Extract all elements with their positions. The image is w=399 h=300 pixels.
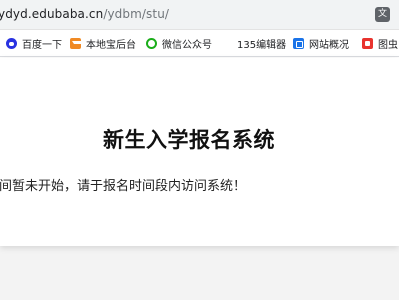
url-host: ydyd.edubaba.cn — [0, 7, 104, 21]
bookmark-label: 图虫 — [378, 40, 398, 51]
bookmark-tuchong[interactable]: 图虫 — [362, 36, 398, 51]
content-card: 新生入学报名系统 间暂未开始，请于报名时间段内访问系统！ — [0, 58, 399, 246]
bookmark-label: 网站概况 — [309, 40, 349, 51]
page-area: 新生入学报名系统 间暂未开始，请于报名时间段内访问系统！ — [0, 58, 399, 300]
bookmark-label: 本地宝后台 — [86, 40, 136, 51]
bookmark-135-editor[interactable]: 135编辑器 — [220, 36, 286, 51]
url-path: /ydbm/stu/ — [103, 7, 170, 21]
bookmarks-bar: 百度一下 本地宝后台 微信公众号 135编辑器 网站概况 图虫 — [0, 30, 399, 57]
stats-icon — [293, 38, 304, 49]
image-icon — [362, 38, 373, 49]
bookmark-baidu[interactable]: 百度一下 — [6, 36, 62, 51]
bookmark-label: 135编辑器 — [237, 40, 287, 51]
editor-135-icon — [220, 38, 232, 49]
bookmark-bendibao-admin[interactable]: 本地宝后台 — [70, 36, 136, 51]
bookmark-label: 微信公众号 — [162, 40, 212, 51]
translate-icon[interactable]: 文 — [375, 7, 390, 22]
notice-message: 间暂未开始，请于报名时间段内访问系统！ — [0, 179, 247, 194]
bookmark-label: 百度一下 — [22, 40, 62, 51]
baidu-icon — [6, 38, 17, 49]
address-bar[interactable]: ydyd.edubaba.cn/ydbm/stu/ 文 — [0, 0, 399, 30]
wechat-icon — [146, 38, 157, 49]
bookmark-wechat[interactable]: 微信公众号 — [146, 36, 212, 51]
page-title: 新生入学报名系统 — [103, 128, 275, 152]
house-icon — [70, 38, 83, 49]
url-text[interactable]: ydyd.edubaba.cn/ydbm/stu/ — [0, 7, 169, 21]
bookmark-site-overview[interactable]: 网站概况 — [293, 36, 349, 51]
